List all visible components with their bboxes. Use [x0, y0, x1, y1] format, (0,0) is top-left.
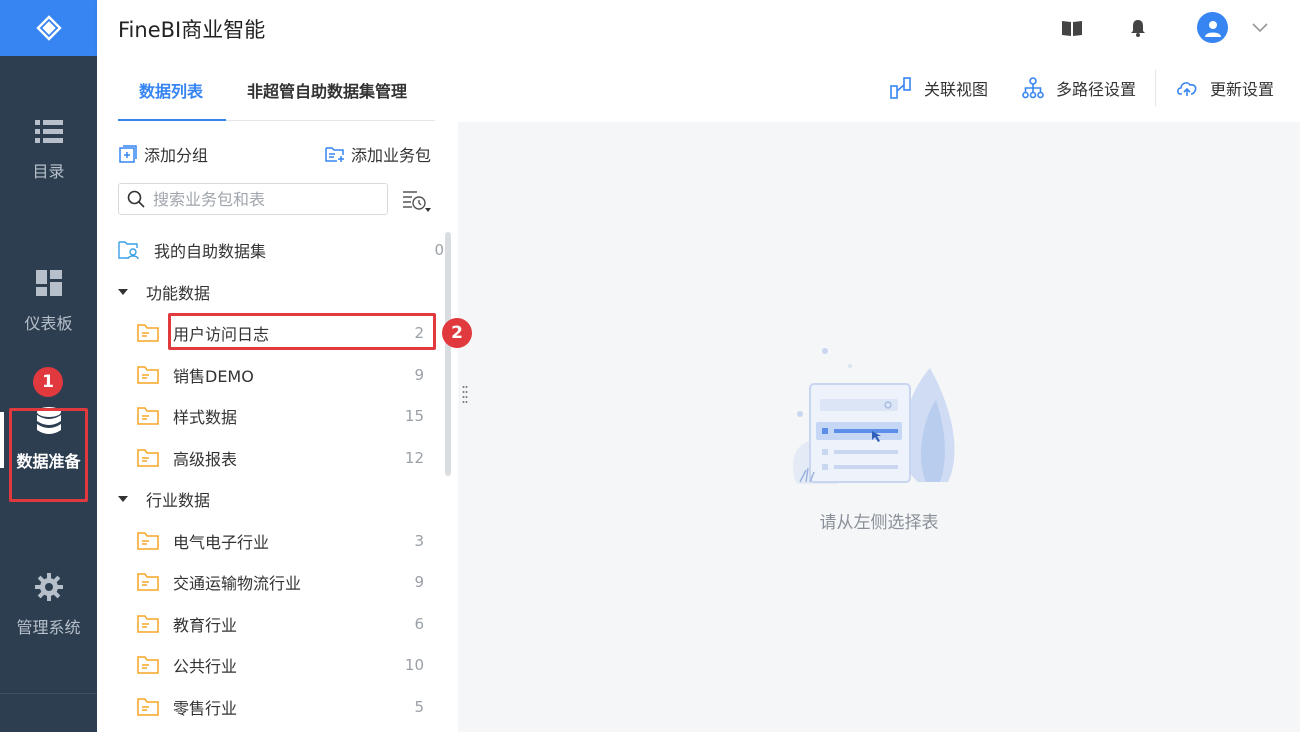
package-count: 9 — [414, 573, 424, 591]
package-label: 教育行业 — [173, 616, 238, 635]
relation-view-button[interactable]: 关联视图 — [890, 76, 988, 100]
add-package-button[interactable]: 添加业务包 — [325, 142, 431, 166]
package-row[interactable]: 电气电子行业 3 — [137, 521, 438, 561]
chevron-down-icon[interactable] — [1252, 18, 1268, 37]
package-count: 10 — [404, 656, 424, 674]
package-row[interactable]: 样式数据 15 — [137, 396, 438, 436]
panel-scrollbar[interactable] — [445, 232, 451, 476]
table-preview-area: 请从左侧选择表 — [458, 122, 1300, 732]
my-dataset-count: 0 — [434, 241, 444, 259]
book-icon[interactable] — [1060, 16, 1084, 40]
package-row[interactable]: 教育行业 6 — [137, 604, 438, 644]
folder-icon — [137, 449, 159, 467]
update-settings-button[interactable]: 更新设置 — [1176, 76, 1274, 100]
package-count: 3 — [414, 532, 424, 550]
multipath-settings-label: 多路径设置 — [1056, 80, 1137, 99]
package-label: 电气电子行业 — [173, 533, 270, 552]
group-label: 功能数据 — [146, 284, 211, 303]
folder-icon — [137, 532, 159, 550]
self-dataset-icon — [118, 241, 140, 260]
user-icon — [1204, 20, 1221, 37]
nav-label-admin: 管理系统 — [16, 618, 81, 637]
dashboard-icon — [34, 268, 64, 298]
filter-clock-icon — [403, 191, 431, 212]
panel-resize-handle[interactable] — [462, 385, 468, 403]
nav-divider — [0, 693, 97, 694]
package-row[interactable]: 零售行业 5 — [137, 687, 438, 727]
group-label: 行业数据 — [146, 491, 211, 510]
package-label: 交通运输物流行业 — [173, 574, 302, 593]
update-settings-label: 更新设置 — [1210, 80, 1275, 99]
empty-state-text: 请从左侧选择表 — [819, 513, 939, 533]
package-label: 零售行业 — [173, 699, 238, 718]
nav-item-catalog[interactable]: 目录 — [0, 104, 97, 194]
folder-icon — [137, 656, 159, 674]
add-group-icon — [118, 144, 138, 164]
package-panel: 添加分组 添加业务包 我的自助数据集 0 功能数据 — [97, 122, 458, 732]
bell-icon[interactable] — [1126, 16, 1150, 40]
search-box — [118, 183, 388, 215]
add-group-label: 添加分组 — [144, 146, 209, 165]
package-row[interactable]: 公共行业 10 — [137, 645, 438, 685]
package-count: 6 — [414, 615, 424, 633]
folder-icon — [137, 366, 159, 384]
nav-item-dashboard[interactable]: 仪表板 — [0, 256, 97, 346]
hierarchy-icon — [1022, 77, 1044, 99]
action-separator — [1155, 70, 1156, 106]
relation-view-icon — [890, 77, 912, 99]
folder-icon — [137, 324, 159, 342]
my-dataset-label: 我的自助数据集 — [154, 242, 267, 261]
search-input[interactable] — [153, 189, 373, 209]
app-logo[interactable] — [0, 0, 97, 56]
nav-label-dashboard: 仪表板 — [24, 314, 73, 333]
add-group-button[interactable]: 添加分组 — [118, 142, 208, 166]
package-count: 5 — [414, 698, 424, 716]
package-row[interactable]: 销售DEMO 9 — [137, 355, 438, 395]
callout-box-2 — [168, 313, 436, 350]
cloud-refresh-icon — [1176, 77, 1198, 99]
folder-icon — [137, 615, 159, 633]
tab-data-list[interactable]: 数据列表 — [139, 78, 203, 102]
package-row[interactable]: 高级报表 12 — [137, 438, 438, 478]
folder-icon — [137, 573, 159, 591]
add-package-icon — [325, 144, 345, 164]
package-label: 高级报表 — [173, 450, 238, 469]
package-count: 12 — [404, 449, 424, 467]
search-icon — [127, 190, 145, 208]
logo-icon — [35, 15, 62, 41]
callout-number-2: 2 — [442, 318, 472, 348]
folder-icon — [137, 698, 159, 716]
package-label: 销售DEMO — [173, 367, 254, 386]
add-package-label: 添加业务包 — [351, 146, 432, 165]
package-label: 样式数据 — [173, 408, 238, 427]
nav-label-catalog: 目录 — [32, 162, 65, 181]
top-header: FineBI商业智能 — [97, 0, 1300, 56]
callout-number-1: 1 — [33, 367, 63, 397]
caret-down-icon — [118, 494, 128, 504]
tab-bar: 数据列表 非超管自助数据集管理 关联视图 多路径设置 更新设置 — [97, 56, 1300, 122]
nav-item-admin[interactable]: 管理系统 — [0, 560, 97, 650]
folder-icon — [137, 407, 159, 425]
empty-state-illustration — [793, 348, 955, 484]
group-row-industry-data[interactable]: 行业数据 — [118, 479, 458, 519]
caret-down-icon — [118, 287, 128, 297]
user-avatar[interactable] — [1197, 12, 1228, 43]
package-count: 9 — [414, 366, 424, 384]
callout-box-1 — [9, 408, 88, 502]
gear-icon — [34, 572, 64, 602]
package-label: 公共行业 — [173, 657, 238, 676]
package-row[interactable]: 交通运输物流行业 9 — [137, 562, 438, 602]
list-icon — [34, 116, 64, 146]
tab-active-underline — [118, 119, 226, 121]
package-count: 15 — [404, 407, 424, 425]
left-nav: 目录 仪表板 数据准备 管理系统 — [0, 0, 97, 732]
my-dataset-row[interactable]: 我的自助数据集 0 — [118, 230, 458, 270]
app-title: FineBI商业智能 — [118, 18, 266, 42]
group-row-function-data[interactable]: 功能数据 — [118, 272, 458, 312]
filter-sort-button[interactable] — [402, 188, 432, 214]
relation-view-label: 关联视图 — [924, 80, 989, 99]
multipath-settings-button[interactable]: 多路径设置 — [1022, 76, 1136, 100]
tab-self-dataset-mgmt[interactable]: 非超管自助数据集管理 — [247, 78, 407, 102]
active-indicator — [0, 412, 4, 468]
